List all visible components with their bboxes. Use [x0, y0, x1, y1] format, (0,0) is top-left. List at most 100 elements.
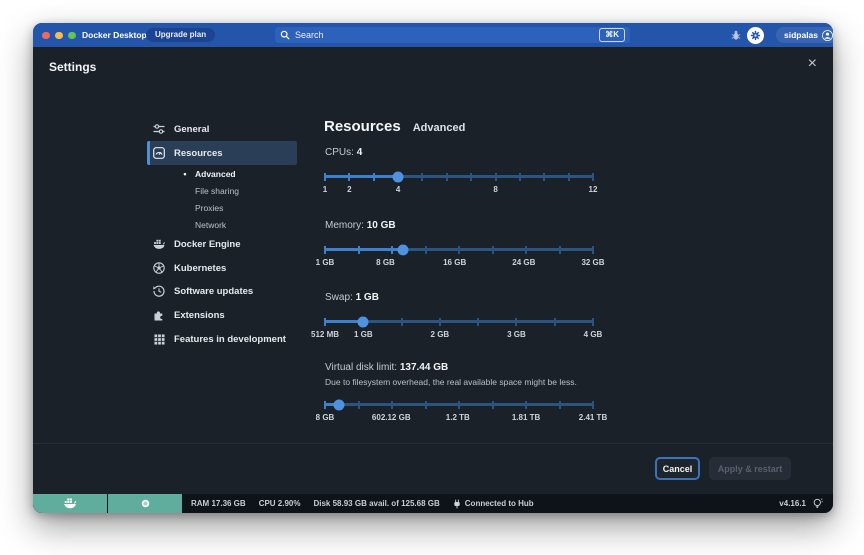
docker-desktop-window: Docker Desktop Upgrade plan Search ⌘K [33, 23, 833, 513]
tick-label: 1.2 TB [446, 412, 470, 424]
tick-label: 32 GB [581, 257, 604, 269]
search-icon [280, 30, 290, 40]
swap-slider[interactable] [325, 315, 593, 327]
cpu-stat: CPU 2.90% [259, 499, 301, 508]
tick-label: 24 GB [512, 257, 535, 269]
sidebar-item-label: File sharing [195, 186, 239, 196]
sidebar-item-label: General [174, 124, 209, 135]
disk-slider-section: Virtual disk limit: 137.44 GB Due to fil… [324, 360, 594, 430]
bug-report-icon[interactable] [731, 30, 741, 41]
ram-stat: RAM 17.36 GB [191, 499, 246, 508]
cancel-button[interactable]: Cancel [655, 457, 700, 480]
sidebar-item-label: Resources [174, 148, 223, 159]
close-traffic-light[interactable] [42, 32, 50, 40]
resource-stats: RAM 17.36 GB CPU 2.90% Disk 58.93 GB ava… [191, 499, 534, 509]
disk-limit-label: Virtual disk limit: 137.44 GB [325, 360, 448, 376]
footer-divider [33, 443, 833, 444]
tips-lightbulb-icon[interactable] [813, 498, 823, 509]
maximize-traffic-light[interactable] [68, 32, 76, 40]
tick-label: 2.41 TB [579, 412, 607, 424]
minimize-traffic-light[interactable] [55, 32, 63, 40]
update-history-icon [153, 285, 165, 297]
sidebar-subitem-advanced[interactable]: • Advanced [181, 165, 297, 182]
advanced-subheading: Advanced [413, 122, 466, 134]
sidebar-subitem-proxies[interactable]: Proxies [181, 199, 297, 216]
upgrade-plan-button[interactable]: Upgrade plan [146, 28, 215, 42]
plug-icon [453, 499, 461, 509]
tick-label: 8 GB [376, 257, 395, 269]
sidebar-item-label: Software updates [174, 286, 253, 297]
tick-label: 512 MB [311, 329, 339, 341]
sidebar-item-label: Extensions [174, 310, 225, 321]
tick-label: 4 [396, 184, 400, 196]
engine-running-segment[interactable] [33, 494, 107, 513]
sidebar-item-docker-engine[interactable]: Docker Engine [147, 232, 297, 256]
status-right: v4.16.1 [779, 498, 823, 509]
content-heading: Resources Advanced [324, 118, 465, 135]
memory-value: 10 GB [367, 220, 396, 231]
sidebar-item-label: Docker Engine [174, 239, 241, 250]
status-dot-icon [141, 499, 150, 508]
page-title: Settings [49, 60, 96, 74]
sidebar-subitem-file-sharing[interactable]: File sharing [181, 182, 297, 199]
cpu-tick-labels: 124812 [325, 184, 593, 196]
swap-slider-thumb[interactable] [358, 316, 369, 327]
hub-connection-status[interactable]: Connected to Hub [453, 499, 534, 509]
version-label: v4.16.1 [779, 499, 806, 508]
memory-slider[interactable] [325, 243, 593, 255]
sidebar-item-label: Advanced [195, 169, 236, 179]
tick-label: 1 GB [354, 329, 373, 341]
selected-bullet: • [181, 169, 189, 179]
user-account-button[interactable]: sidpalas [776, 27, 833, 43]
grid-icon [153, 333, 165, 345]
sidebar-item-label: Network [195, 220, 226, 230]
tick-label: 8 GB [316, 412, 335, 424]
disk-limit-note: Due to filesystem overhead, the real ava… [325, 376, 577, 388]
close-icon[interactable]: × [808, 56, 817, 72]
search-shortcut-badge: ⌘K [599, 28, 625, 42]
sidebar-item-resources[interactable]: Resources [147, 141, 297, 165]
sidebar-item-label: Features in development [174, 334, 286, 345]
tick-label: 2 [347, 184, 351, 196]
whale-icon [153, 238, 165, 250]
tick-label: 4 GB [584, 329, 603, 341]
memory-slider-section: Memory: 10 GB 1 GB8 GB16 GB24 GB32 GB [324, 218, 594, 282]
apply-restart-button: Apply & restart [709, 457, 791, 480]
swap-value: 1 GB [356, 292, 379, 303]
cpu-value: 4 [357, 147, 363, 158]
tick-label: 16 GB [443, 257, 466, 269]
sidebar-item-general[interactable]: General [147, 117, 297, 141]
memory-tick-labels: 1 GB8 GB16 GB24 GB32 GB [325, 257, 593, 269]
sidebar-subitem-network[interactable]: Network [181, 216, 297, 233]
tick-label: 8 [493, 184, 497, 196]
search-placeholder: Search [295, 30, 599, 40]
cpu-label: CPUs: 4 [325, 145, 362, 161]
disk-tick-labels: 8 GB602.12 GB1.2 TB1.81 TB2.41 TB [325, 412, 593, 424]
tick-label: 3 GB [507, 329, 526, 341]
cpus-slider-thumb[interactable] [393, 171, 404, 182]
sliders-icon [153, 123, 165, 135]
memory-label: Memory: 10 GB [325, 218, 396, 234]
whale-status-icon [63, 498, 77, 509]
username: sidpalas [784, 30, 818, 40]
sidebar-item-features-in-development[interactable]: Features in development [147, 327, 297, 351]
kubernetes-helm-icon [153, 262, 165, 274]
resources-heading: Resources [324, 118, 401, 135]
sidebar-item-kubernetes[interactable]: Kubernetes [147, 256, 297, 280]
sidebar-item-label: Kubernetes [174, 263, 226, 274]
swap-slider-section: Swap: 1 GB 512 MB1 GB2 GB3 GB4 GB [324, 290, 594, 354]
search-input[interactable]: Search ⌘K [275, 27, 630, 43]
disk-slider-thumb[interactable] [334, 399, 345, 410]
status-dot-segment[interactable] [108, 494, 182, 513]
app-title: Docker Desktop [82, 23, 147, 47]
memory-slider-thumb[interactable] [397, 244, 408, 255]
disk-slider[interactable] [325, 398, 593, 410]
swap-label: Swap: 1 GB [325, 290, 379, 306]
user-avatar-icon [822, 30, 833, 41]
cpu-slider[interactable] [325, 170, 593, 182]
tick-label: 1.81 TB [512, 412, 540, 424]
tick-label: 602.12 GB [372, 412, 411, 424]
sidebar-item-software-updates[interactable]: Software updates [147, 279, 297, 303]
settings-gear-button[interactable] [747, 27, 764, 44]
sidebar-item-extensions[interactable]: Extensions [147, 303, 297, 327]
